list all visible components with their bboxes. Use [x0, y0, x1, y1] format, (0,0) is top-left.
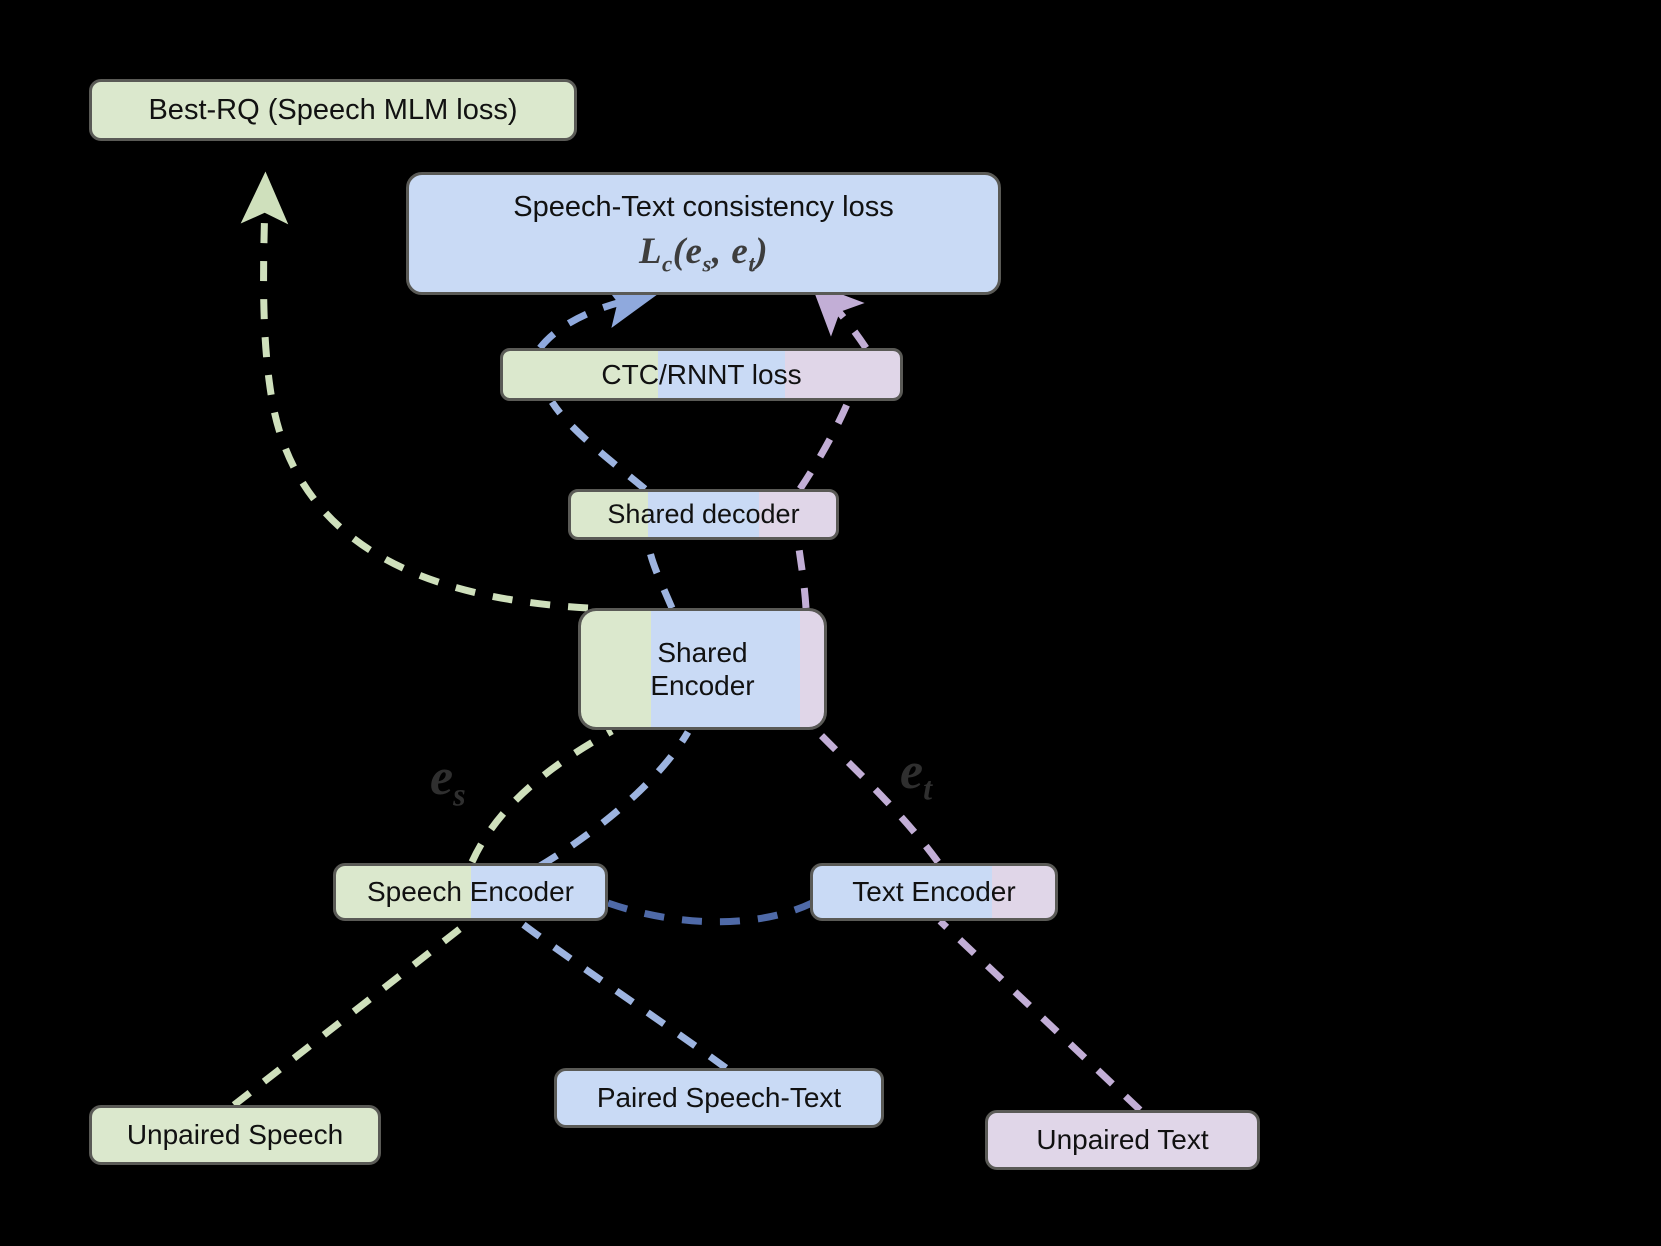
edge-speech-encoder-to-text-encoder: [606, 899, 814, 926]
node-shared-decoder-label: Shared decoder: [607, 498, 800, 529]
edge-shared-decoder-to-ctc: [549, 400, 648, 492]
node-unpaired-speech-label: Unpaired Speech: [126, 1119, 344, 1151]
edge-shared-encoder-to-shared-decoder-purple: [794, 540, 810, 609]
node-speech-encoder-label: Speech Encoder: [366, 876, 575, 908]
shared-encoder-segment-speech: [581, 611, 652, 727]
edge-ctc-to-consistency-purple: [810, 282, 869, 350]
node-shared-encoder-label: Shared Encoder: [650, 636, 755, 701]
node-best-rq[interactable]: Best-RQ (Speech MLM loss): [89, 79, 577, 141]
node-ctc-rnnt-loss[interactable]: CTC/RNNT loss: [500, 348, 903, 401]
node-unpaired-speech[interactable]: Unpaired Speech: [89, 1105, 381, 1165]
shared-encoder-segment-text: [799, 611, 824, 727]
node-unpaired-text-label: Unpaired Text: [1036, 1124, 1209, 1156]
annotation-text-embedding: et: [900, 743, 933, 807]
diagram-canvas: Best-RQ (Speech MLM loss) Speech-Text co…: [0, 0, 1661, 1246]
node-best-rq-label: Best-RQ (Speech MLM loss): [148, 93, 518, 126]
edge-ctc-to-consistency: [537, 281, 658, 351]
node-unpaired-text[interactable]: Unpaired Text: [985, 1110, 1260, 1170]
edge-unpaired-speech-to-speech-encoder: [231, 918, 473, 1108]
node-text-encoder[interactable]: Text Encoder: [810, 863, 1058, 921]
node-paired-speech-text[interactable]: Paired Speech-Text: [554, 1068, 884, 1128]
edge-shared-encoder-to-shared-decoder: [644, 540, 676, 610]
edge-shared-decoder-to-ctc-purple: [797, 400, 852, 491]
node-speech-text-consistency-loss[interactable]: Speech-Text consistency loss Lc(es, et): [406, 172, 1001, 295]
edge-unpaired-text-to-text-encoder: [937, 918, 1143, 1113]
node-shared-decoder[interactable]: Shared decoder: [568, 489, 839, 540]
consistency-loss-formula: Lc(es, et): [638, 230, 769, 277]
edge-speech-encoder-to-shared-encoder: [468, 727, 614, 864]
node-ctc-rnnt-loss-label: CTC/RNNT loss: [601, 358, 802, 390]
edge-speech-encoder-to-shared-encoder-blue: [538, 730, 692, 870]
node-paired-speech-text-label: Paired Speech-Text: [596, 1082, 842, 1114]
annotation-speech-embedding: es: [430, 749, 466, 813]
node-speech-encoder[interactable]: Speech Encoder: [333, 863, 608, 921]
node-shared-encoder[interactable]: Shared Encoder: [578, 608, 827, 730]
node-consistency-label: Speech-Text consistency loss: [513, 190, 894, 223]
edge-paired-to-speech-encoder: [517, 919, 729, 1071]
node-text-encoder-label: Text Encoder: [852, 876, 1016, 908]
